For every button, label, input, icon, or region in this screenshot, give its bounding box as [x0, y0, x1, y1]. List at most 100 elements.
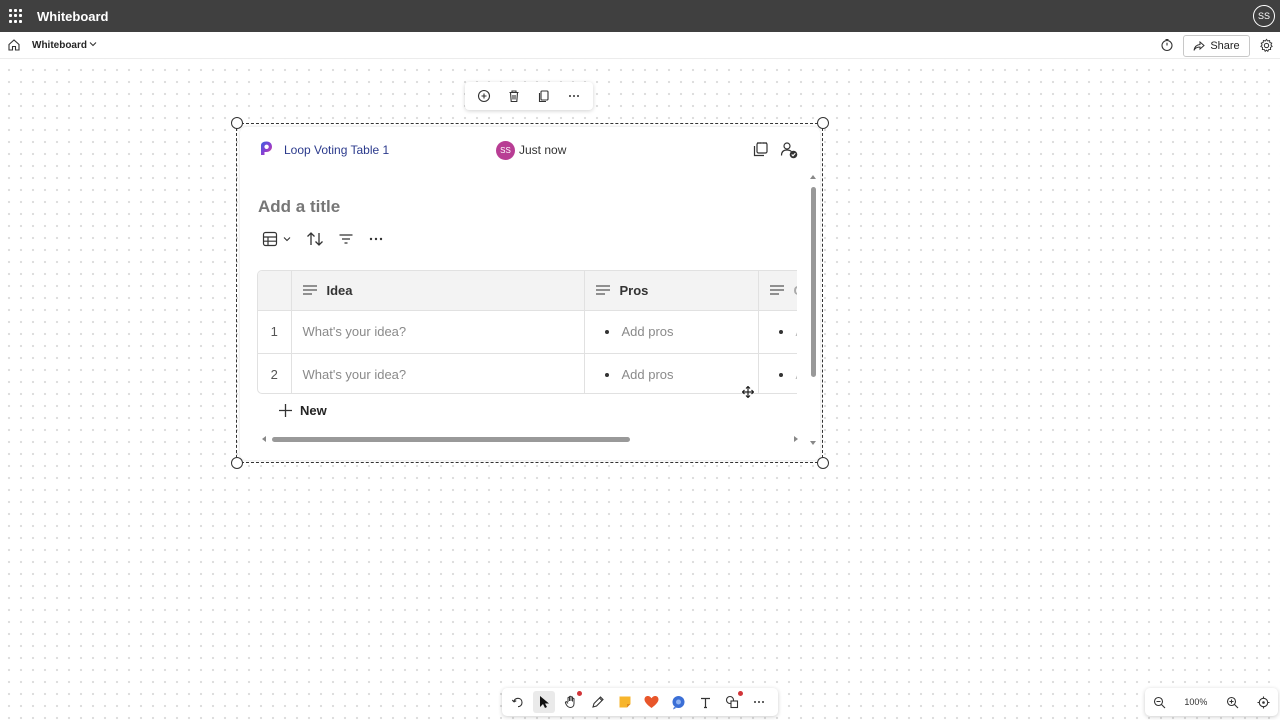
shapes-icon: [726, 695, 739, 709]
chevron-down-icon: [283, 237, 291, 242]
scroll-up-arrow[interactable]: [810, 175, 816, 179]
pan-tool-button[interactable]: [560, 691, 582, 713]
chevron-down-icon[interactable]: [88, 39, 98, 49]
resize-handle-bottom-left[interactable]: [231, 457, 243, 469]
loop-bubble-icon: [672, 695, 685, 709]
timer-icon[interactable]: [1160, 38, 1174, 52]
add-comment-button[interactable]: [475, 87, 493, 105]
gear-icon[interactable]: [1259, 38, 1274, 53]
text-column-icon: [595, 285, 610, 295]
board-name[interactable]: Whiteboard: [32, 40, 87, 51]
more-icon: [754, 701, 765, 703]
resize-handle-bottom-right[interactable]: [817, 457, 829, 469]
idea-cell[interactable]: What's your idea?: [291, 310, 585, 354]
text-icon: [700, 697, 710, 708]
select-tool-button[interactable]: [532, 691, 555, 713]
row-number: 2: [258, 353, 292, 393]
move-cursor-icon: [742, 386, 754, 398]
resize-handle-top-left[interactable]: [231, 117, 243, 129]
loop-component-card[interactable]: Loop Voting Table 1 SS Just now Add a ti…: [240, 127, 820, 460]
copy-icon: [538, 90, 549, 103]
more-options-button[interactable]: [565, 87, 583, 105]
zoom-controls: 100%: [1145, 688, 1278, 716]
app-titlebar: Whiteboard SS: [0, 0, 1280, 32]
copy-component-icon[interactable]: [752, 141, 769, 158]
home-icon[interactable]: [7, 38, 21, 52]
more-icon: [569, 95, 579, 97]
last-edited-label: Just now: [519, 143, 567, 157]
idea-placeholder: What's your idea?: [302, 367, 407, 382]
loop-component-name[interactable]: Loop Voting Table 1: [284, 143, 389, 157]
collaborator-avatar[interactable]: SS: [496, 141, 515, 160]
bullet-point: [604, 372, 609, 377]
share-button[interactable]: Share: [1183, 35, 1250, 57]
scroll-down-arrow[interactable]: [810, 441, 816, 445]
undo-icon: [511, 697, 523, 707]
table-icon: [262, 231, 278, 247]
notification-dot: [576, 691, 582, 696]
scroll-left-arrow[interactable]: [262, 436, 266, 442]
resize-handle-top-right[interactable]: [817, 117, 829, 129]
table-title-placeholder[interactable]: Add a title: [258, 197, 340, 217]
filter-button[interactable]: [338, 232, 354, 246]
shapes-button[interactable]: [721, 691, 744, 713]
undo-button[interactable]: [506, 691, 528, 713]
column-header-label: Idea: [326, 282, 353, 298]
cursor-icon: [539, 696, 549, 708]
sort-button[interactable]: [306, 231, 324, 247]
column-header-pros[interactable]: Pros: [584, 271, 759, 311]
new-row-button[interactable]: New: [278, 403, 327, 418]
text-column-icon: [769, 285, 784, 295]
creation-toolbar: [502, 688, 778, 716]
sticky-note-icon: [619, 696, 631, 708]
loop-component-button[interactable]: [667, 691, 689, 713]
more-icon: [369, 237, 383, 241]
scroll-right-arrow[interactable]: [794, 436, 798, 442]
column-header-cons[interactable]: C: [758, 271, 798, 311]
share-access-icon[interactable]: [780, 141, 798, 159]
zoom-out-icon[interactable]: [1153, 696, 1166, 709]
zoom-in-icon[interactable]: [1226, 696, 1239, 709]
table-toolbar: [262, 229, 398, 249]
text-column-icon: [302, 285, 317, 295]
pros-cell[interactable]: Add pros: [584, 353, 759, 393]
new-row-label: New: [300, 403, 327, 418]
row-number-header: [258, 271, 292, 311]
duplicate-button[interactable]: [535, 87, 553, 105]
horizontal-scrollbar[interactable]: [262, 435, 800, 444]
sticky-note-button[interactable]: [614, 691, 636, 713]
app-launcher-icon[interactable]: [9, 9, 23, 23]
heart-icon: [644, 696, 659, 708]
table-view-button[interactable]: [262, 231, 292, 247]
column-header-label: Pros: [619, 282, 649, 298]
share-icon: [1193, 40, 1206, 51]
command-bar: Whiteboard Share: [0, 32, 1280, 59]
ink-tool-button[interactable]: [587, 691, 609, 713]
pros-placeholder: Add pros: [621, 324, 674, 339]
delete-button[interactable]: [505, 87, 523, 105]
reactions-button[interactable]: [640, 691, 662, 713]
cons-cell[interactable]: A: [758, 353, 798, 393]
vertical-scroll-thumb[interactable]: [811, 187, 816, 377]
table-more-button[interactable]: [368, 232, 384, 246]
table-row: 1 What's your idea? Add pros A: [258, 310, 797, 354]
zoom-level[interactable]: 100%: [1184, 697, 1207, 707]
account-avatar[interactable]: SS: [1253, 5, 1275, 27]
bullet-point: [778, 329, 783, 334]
bullet-point: [604, 329, 609, 334]
column-header-idea[interactable]: Idea: [291, 271, 585, 311]
vertical-scrollbar[interactable]: [810, 175, 818, 450]
column-header-label: C: [794, 283, 798, 298]
text-tool-button[interactable]: [694, 691, 716, 713]
sort-icon: [307, 232, 323, 246]
comment-add-icon: [477, 89, 491, 103]
cons-cell[interactable]: A: [758, 310, 797, 354]
idea-placeholder: What's your idea?: [302, 324, 407, 339]
idea-cell[interactable]: What's your idea?: [291, 353, 585, 393]
fit-to-screen-icon[interactable]: [1257, 696, 1270, 709]
pros-cell[interactable]: Add pros: [584, 310, 759, 354]
filter-icon: [339, 234, 353, 244]
more-tools-button[interactable]: [748, 691, 770, 713]
cons-placeholder: A: [796, 367, 798, 382]
horizontal-scroll-thumb[interactable]: [272, 437, 630, 442]
